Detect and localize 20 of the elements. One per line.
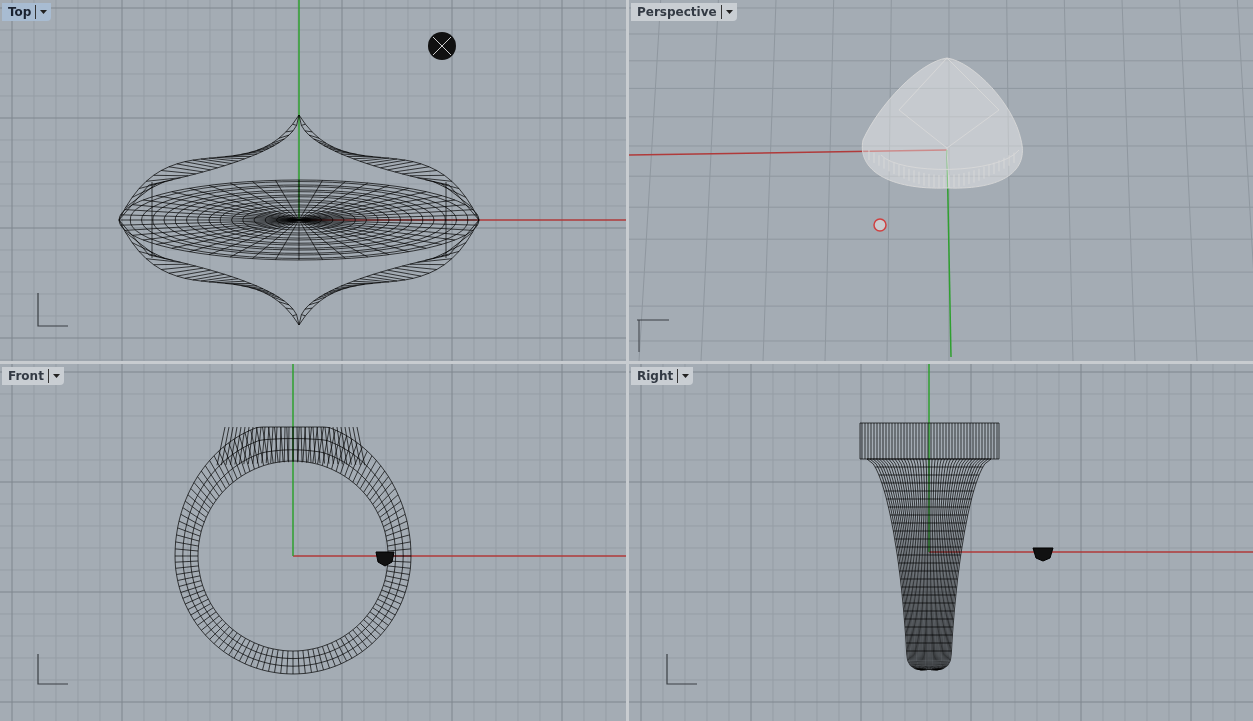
axis-indicator-icon [636, 319, 670, 353]
gem-icon [375, 551, 395, 567]
axis-indicator-icon [37, 653, 69, 685]
viewport-tab[interactable]: Perspective [631, 3, 737, 21]
point-marker-icon [873, 218, 887, 232]
caret-icon [52, 374, 60, 378]
viewport[interactable]: Perspective [629, 0, 1253, 361]
viewport[interactable]: Front [0, 364, 626, 721]
caret-icon [682, 374, 690, 378]
viewport-tab[interactable]: Front [2, 367, 64, 385]
caret-icon [40, 10, 48, 14]
caret-icon [725, 10, 733, 14]
axis-indicator-icon [37, 292, 69, 327]
viewport-tab[interactable]: Right [631, 367, 694, 385]
axis-indicator-icon [666, 653, 698, 685]
gem-icon [1032, 547, 1054, 562]
viewport-tab[interactable]: Top [2, 3, 52, 21]
gem-icon [428, 32, 456, 60]
viewport[interactable]: Top [0, 0, 626, 361]
viewport[interactable]: Right [629, 364, 1253, 721]
